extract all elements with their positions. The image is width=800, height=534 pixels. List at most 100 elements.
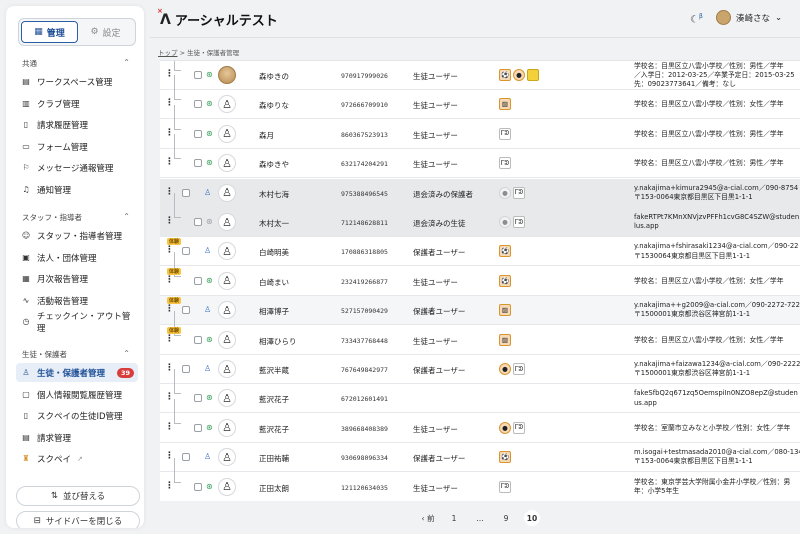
row-menu-icon[interactable]: ⋮ [165,246,174,255]
basketball-icon[interactable]: ● [513,69,525,81]
table-row[interactable]: ⋮ ⊛ ♙ 森月 860367523913 生徒ユーザー ᒥᕲ 学校名：目黒区立八雲小学校／性… [160,104,800,149]
table-row[interactable]: ⋮ ♙ ♙ 木村七海 975388496545 退会済みの保護者 ● ᒥᕲ y.nakajima… [160,178,800,208]
user-name[interactable]: 木村太一 [259,218,289,229]
circle-icon[interactable]: ● [499,186,511,199]
user-name[interactable]: 森月 [259,130,274,141]
image-icon[interactable]: ▨ [499,98,511,111]
user-name[interactable]: 藍沢花子 [259,424,289,435]
user-name[interactable]: 森ゆりな [259,100,289,111]
row-checkbox[interactable] [194,100,202,109]
row-menu-icon[interactable]: ⋮ [165,187,174,197]
table-row[interactable]: ⋮ 体験 ⊛ ♙ 相澤ひらり 733437768448 生徒ユーザー ▨ 学校名：目黒区立八雲小… [160,310,800,355]
logo-icon[interactable]: ᒥᕲ [499,127,511,140]
soccer-icon[interactable]: ⚽ [499,69,511,81]
table-row[interactable]: ⋮ ⊛ 森ゆきの 970917999026 生徒ユーザー ⚽ ● 学校名：目黒区立八雲小学校／… [160,61,800,90]
table-row[interactable]: ⋮ 体験 ⊛ ♙ 白崎まい 232419266877 生徒ユーザー ⚽ 学校名：目黒区立八雲小学… [160,251,800,296]
table-row[interactable]: ⋮ 体験 ♙ ♙ 白崎明美 170886318805 保護者ユーザー ⚽ y.nakajima+… [160,237,800,267]
row-menu-icon[interactable]: ⋮ [165,364,174,373]
user-name[interactable]: 森ゆきの [259,71,289,82]
section-staff[interactable]: スタッフ・指導者 ⌃ [22,212,130,223]
table-row[interactable]: ⋮ ♙ ♙ 藍沢半蔵 767649842977 保護者ユーザー ● ᒥᕲ y.nakajima+… [160,355,800,384]
row-checkbox[interactable] [182,247,190,256]
sidebar-item-billing[interactable]: ▤ 請求管理 [16,428,138,447]
user-name[interactable]: 木村七海 [259,189,289,200]
basketball-icon[interactable]: ● [499,421,511,434]
sidebar-item-notification[interactable]: ♫ 通知管理 [16,180,138,199]
pagination-page[interactable]: 9 [498,510,514,526]
pagination-page[interactable]: 1 [446,510,462,526]
row-menu-icon[interactable]: ⋮ [165,452,174,461]
row-checkbox[interactable] [194,335,202,344]
table-row[interactable]: ⋮ 体験 ♙ ♙ 相澤博子 527157090429 保護者ユーザー ▨ y.nakajima+… [160,296,800,326]
logo-icon[interactable]: ᒥᕲ [513,186,525,199]
table-row[interactable]: ⋮ ⊛ ♙ 森ゆきや 632174204291 生徒ユーザー ᒥᕲ 学校名：目黒区立八雲小学校… [160,134,800,179]
table-row[interactable]: ⋮ ⊛ ♙ 森ゆりな 972666709910 生徒ユーザー ▨ 学校名：目黒区立八雲小学校／… [160,75,800,120]
sidebar-item-skupay[interactable]: ♜ スクペイ ↗ [16,449,138,468]
tab-settings[interactable]: ⚙ 設定 [78,21,133,43]
sidebar-item-billing-history[interactable]: ▯ 請求履歴管理 [16,115,138,134]
logo-icon[interactable]: ᒥᕲ [513,216,525,228]
user-name[interactable]: 藍沢半蔵 [259,365,289,376]
user-name[interactable]: 白崎明美 [259,247,289,258]
image-icon[interactable]: ▨ [499,333,511,346]
sidebar-item-corporation[interactable]: ▣ 法人・団体管理 [16,248,138,267]
basketball-icon[interactable]: ● [499,363,511,375]
row-menu-icon[interactable]: ⋮ [165,393,174,402]
row-menu-icon[interactable]: ⋮ [165,481,174,491]
row-checkbox[interactable] [182,306,190,315]
section-common[interactable]: 共通 ⌃ [22,58,130,69]
row-checkbox[interactable] [182,188,190,197]
breadcrumb-home[interactable]: トップ [158,49,178,57]
sidebar-item-activity-report[interactable]: ∿ 活動報告管理 [16,291,138,310]
table-row[interactable]: ⋮ ♙ ♙ 正田祐輔 930698096334 保護者ユーザー ⚽ m.isogai+test… [160,443,800,473]
logo-icon[interactable]: ᒥᕲ [513,421,525,434]
user-name[interactable]: 相澤博子 [259,306,289,317]
sidebar-item-form[interactable]: ▭ フォーム管理 [16,137,138,156]
sidebar-item-checkin[interactable]: ◷ チェックイン・アウト管理 [16,312,138,334]
row-checkbox[interactable] [182,365,190,373]
soccer-icon[interactable]: ⚽ [499,274,511,287]
soccer-icon[interactable]: ⚽ [499,245,511,258]
sidebar-item-monthly-report[interactable]: ▦ 月次報告管理 [16,269,138,288]
table-row[interactable]: ⋮ ⊛ ♙ 藍沢花子 389668408389 生徒ユーザー ● ᒥᕲ 学校名：室蘭市立みなと小… [160,398,800,443]
row-checkbox[interactable] [194,129,202,138]
user-name[interactable]: 森ゆきや [259,159,289,170]
sidebar-item-staff[interactable]: ☺ スタッフ・指導者管理 [16,226,138,245]
logo-icon[interactable]: ᒥᕲ [499,480,511,493]
table-row[interactable]: ⋮ ⊛ ♙ 正田太朗 121120634035 生徒ユーザー ᒥᕲ 学校名：東京学芸大学附属小… [160,457,800,501]
pagination-prev[interactable]: ‹ 前 [420,510,436,526]
user-menu[interactable]: 湊崎さな ⌄ [716,10,782,25]
row-menu-icon[interactable]: ⋮ [165,334,174,344]
row-checkbox[interactable] [194,276,202,285]
sidebar-item-students[interactable]: ♙ 生徒・保護者管理 39 [16,363,138,382]
row-checkbox[interactable] [194,394,202,403]
circle-icon[interactable]: ● [499,216,511,228]
row-checkbox[interactable] [182,453,190,462]
user-name[interactable]: 正田祐輔 [259,453,289,464]
sidebar-item-club[interactable]: ▥ クラブ管理 [16,94,138,113]
row-checkbox[interactable] [194,159,202,168]
tab-manage[interactable]: ▦ 管理 [21,21,78,43]
close-sidebar-button[interactable]: ⊟ サイドバーを閉じる [16,511,140,528]
row-menu-icon[interactable]: ⋮ [165,70,174,79]
sidebar-item-message-report[interactable]: ⚐ メッセージ通報管理 [16,158,138,177]
row-checkbox[interactable] [194,482,202,491]
theme-toggle[interactable]: ☾β [690,13,703,25]
row-menu-icon[interactable]: ⋮ [165,275,174,285]
yellow-icon[interactable] [527,69,539,81]
sort-button[interactable]: ⇅ 並び替える [16,486,140,506]
user-name[interactable]: 相澤ひらり [259,336,297,347]
user-name[interactable]: 白崎まい [259,277,289,288]
section-students[interactable]: 生徒・保護者 ⌃ [22,349,130,360]
logo-icon[interactable]: ᒥᕲ [499,157,511,170]
row-checkbox[interactable] [194,423,202,432]
user-name[interactable]: 正田太朗 [259,483,289,494]
row-menu-icon[interactable]: ⋮ [165,217,174,226]
app-logo[interactable]: × Λ アーシャルテスト [157,7,278,30]
row-menu-icon[interactable]: ⋮ [165,422,174,432]
table-row[interactable]: ⋮ ⊛ ♙ 木村太一 712148628811 退会済みの生徒 ● ᒥᕲ fakeRTPt7KM… [160,193,800,237]
row-checkbox[interactable] [194,71,202,79]
row-menu-icon[interactable]: ⋮ [165,158,174,167]
sidebar-item-privacy-log[interactable]: ▢ 個人情報閲覧履歴管理 [16,385,138,404]
sidebar-item-skupay-id[interactable]: ▯ スクペイの生徒ID管理 [16,406,138,425]
